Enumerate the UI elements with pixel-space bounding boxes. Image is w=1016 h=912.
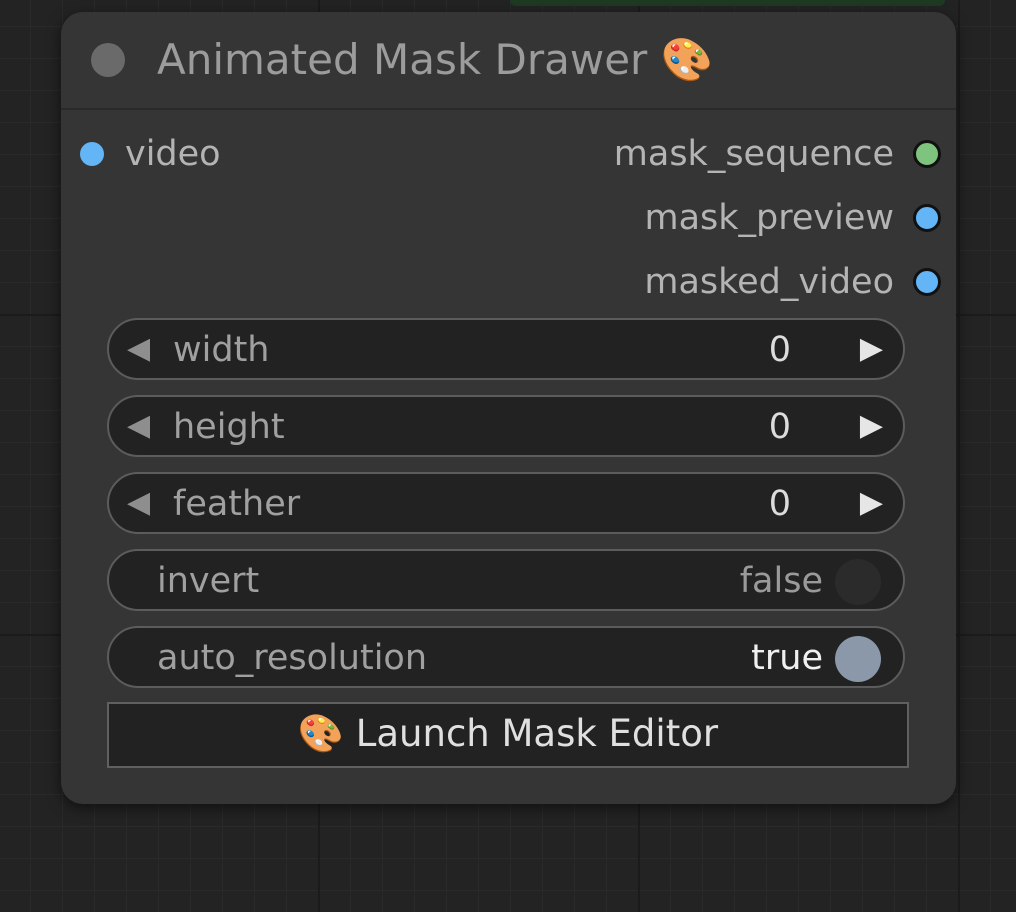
node-title: Animated Mask Drawer 🎨: [157, 35, 713, 84]
width-widget-label: width: [173, 330, 270, 370]
increment-arrow-icon[interactable]: ▶: [860, 482, 883, 524]
decrement-arrow-icon[interactable]: ◀: [127, 328, 150, 370]
auto-resolution-toggle-knob-icon[interactable]: [835, 636, 881, 682]
feather-number-widget[interactable]: ◀ feather 0 ▶: [107, 472, 905, 534]
output-slot-mask-sequence-dot[interactable]: [913, 140, 941, 168]
link-wire: [510, 0, 945, 6]
auto-resolution-toggle-widget[interactable]: auto_resolution true: [107, 626, 905, 688]
invert-widget-label: invert: [157, 561, 260, 601]
feather-widget-value[interactable]: 0: [769, 483, 791, 525]
increment-arrow-icon[interactable]: ▶: [860, 328, 883, 370]
feather-widget-label: feather: [173, 484, 301, 524]
invert-widget-value: false: [739, 561, 823, 601]
output-slot-mask-preview-label: mask_preview: [644, 198, 894, 238]
node-header[interactable]: Animated Mask Drawer 🎨: [61, 12, 956, 110]
output-slot-mask-preview-dot[interactable]: [913, 204, 941, 232]
width-widget-value[interactable]: 0: [769, 329, 791, 371]
output-slot-mask-sequence-label: mask_sequence: [613, 134, 894, 174]
auto-resolution-widget-value: true: [751, 638, 823, 678]
output-slot-masked-video-label: masked_video: [644, 262, 894, 302]
increment-arrow-icon[interactable]: ▶: [860, 405, 883, 447]
auto-resolution-widget-label: auto_resolution: [157, 638, 428, 678]
height-widget-value[interactable]: 0: [769, 406, 791, 448]
collapse-toggle-icon[interactable]: [91, 43, 125, 77]
width-number-widget[interactable]: ◀ width 0 ▶: [107, 318, 905, 380]
decrement-arrow-icon[interactable]: ◀: [127, 482, 150, 524]
output-slot-masked-video-dot[interactable]: [913, 268, 941, 296]
invert-toggle-widget[interactable]: invert false: [107, 549, 905, 611]
invert-toggle-knob-icon[interactable]: [835, 559, 881, 605]
launch-mask-editor-button[interactable]: 🎨 Launch Mask Editor: [107, 702, 909, 768]
input-slot-video-dot[interactable]: [80, 142, 104, 166]
input-slot-video-label: video: [125, 134, 221, 174]
height-widget-label: height: [173, 407, 285, 447]
height-number-widget[interactable]: ◀ height 0 ▶: [107, 395, 905, 457]
animated-mask-drawer-node[interactable]: Animated Mask Drawer 🎨 video mask_sequen…: [61, 12, 956, 804]
decrement-arrow-icon[interactable]: ◀: [127, 405, 150, 447]
